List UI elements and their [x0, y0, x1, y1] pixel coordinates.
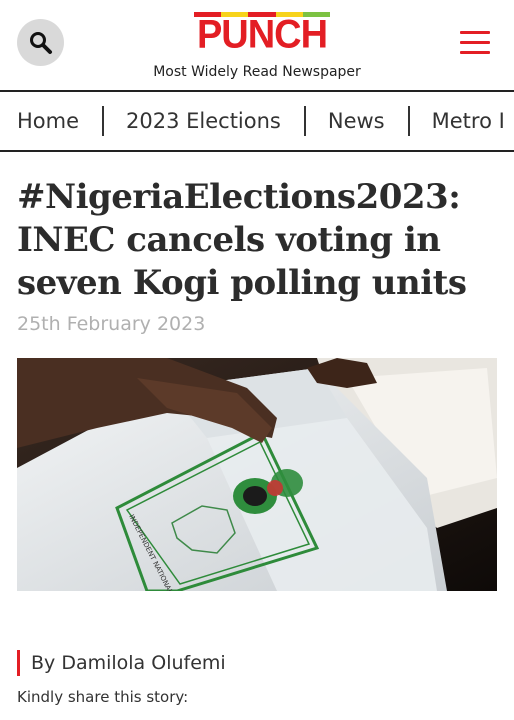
nav-item-metro[interactable]: Metro I [432, 109, 505, 133]
nav-item-2023-elections[interactable]: 2023 Elections [126, 109, 281, 133]
nav-divider [303, 106, 306, 136]
hamburger-menu-icon [460, 31, 490, 34]
article-date: 25th February 2023 [17, 313, 206, 335]
ballot-box-photo: INDEPENDENT NATIONAL ELECTORAL COMMISSIO… [17, 358, 497, 591]
article-image: INDEPENDENT NATIONAL ELECTORAL COMMISSIO… [17, 358, 497, 591]
article-title: #NigeriaElections2023: INEC cancels voti… [17, 177, 467, 303]
share-prompt: Kindly share this story: [17, 688, 189, 706]
site-header: PUNCH Most Widely Read Newspaper [0, 0, 514, 90]
nav-item-news[interactable]: News [328, 109, 385, 133]
search-button[interactable] [17, 19, 64, 66]
nav-divider [407, 106, 410, 136]
punch-logo[interactable]: PUNCH [194, 12, 331, 58]
site-tagline: Most Widely Read Newspaper [153, 64, 361, 80]
author-accent-bar [17, 650, 20, 676]
hamburger-menu-button[interactable] [458, 28, 492, 58]
nav-item-home[interactable]: Home [17, 109, 79, 133]
author-name[interactable]: By Damilola Olufemi [31, 652, 226, 674]
main-nav: Home 2023 Elections News Metro I [0, 90, 514, 152]
search-icon [29, 31, 52, 54]
nav-divider [102, 106, 105, 136]
logo-text: PUNCH [196, 12, 328, 58]
article-author: By Damilola Olufemi [17, 650, 226, 676]
